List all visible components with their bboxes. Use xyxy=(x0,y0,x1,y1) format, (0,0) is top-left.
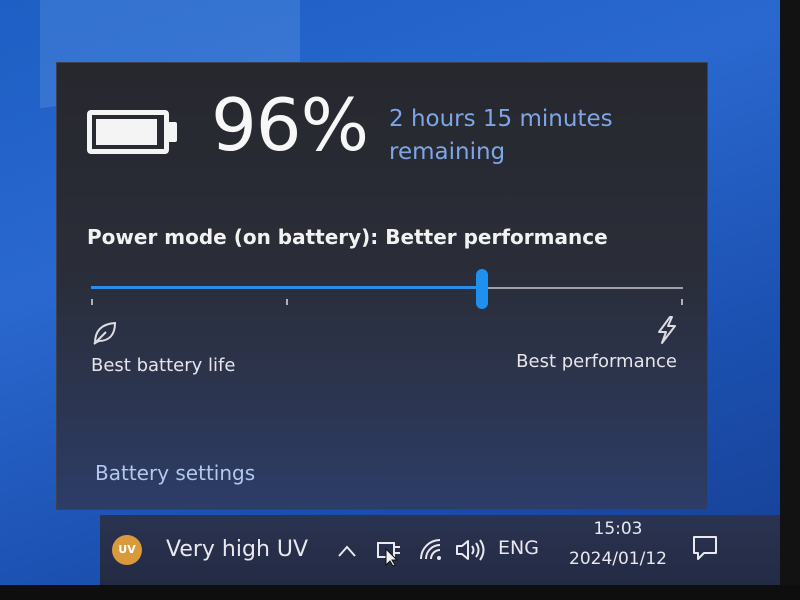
power-mode-label: Power mode (on battery): Better performa… xyxy=(87,225,608,249)
action-center-icon[interactable] xyxy=(690,533,720,563)
clock-date[interactable]: 2024/01/12 xyxy=(554,549,682,569)
leaf-icon xyxy=(93,321,117,345)
slider-tick xyxy=(286,299,288,305)
chevron-up-icon[interactable] xyxy=(336,543,358,559)
weather-widget-text[interactable]: Very high UV xyxy=(166,537,308,562)
wifi-icon[interactable] xyxy=(418,537,444,563)
battery-cap xyxy=(169,122,177,142)
clock-time[interactable]: 15:03 xyxy=(570,519,666,539)
power-plug-icon[interactable] xyxy=(374,535,404,567)
slider-thumb[interactable] xyxy=(476,269,488,309)
battery-level-fill xyxy=(96,119,157,145)
volume-icon[interactable] xyxy=(454,537,488,563)
power-mode-slider[interactable] xyxy=(91,269,683,309)
weather-uv-icon[interactable]: UV xyxy=(112,535,142,565)
screen-bezel-bottom xyxy=(0,585,800,600)
desktop-background: 96% 2 hours 15 minutes remaining Power m… xyxy=(0,0,780,585)
slider-track-fill xyxy=(91,286,482,289)
battery-flyout: 96% 2 hours 15 minutes remaining Power m… xyxy=(56,62,708,510)
slider-tick xyxy=(91,299,93,305)
input-language-indicator[interactable]: ENG xyxy=(498,537,539,559)
taskbar: UV Very high UV ENG 15:03 2024/01/12 xyxy=(100,515,780,585)
battery-icon xyxy=(87,110,169,154)
battery-percentage: 96% xyxy=(211,83,369,167)
best-performance-label: Best performance xyxy=(516,351,677,372)
battery-settings-link[interactable]: Battery settings xyxy=(95,461,255,485)
screen-bezel-right xyxy=(780,0,800,600)
best-battery-life-label: Best battery life xyxy=(91,355,236,376)
battery-time-remaining: 2 hours 15 minutes remaining xyxy=(389,106,613,165)
lightning-bolt-icon xyxy=(658,316,676,344)
slider-tick xyxy=(681,299,683,305)
